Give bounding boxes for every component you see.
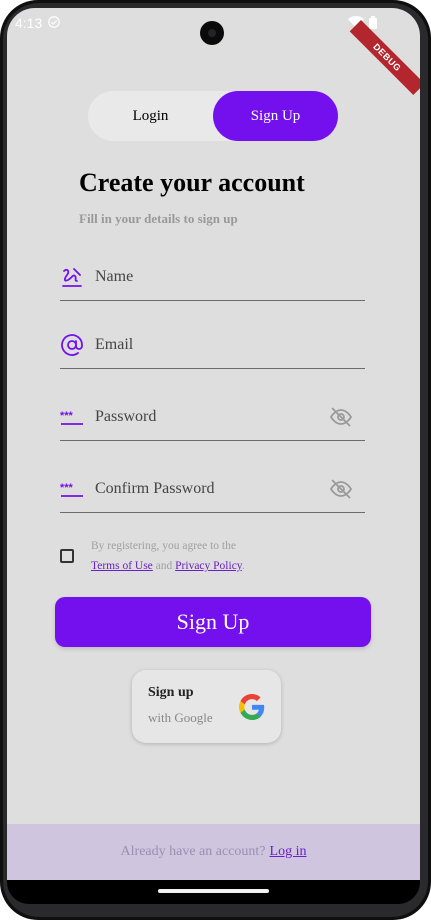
google-signup-subtitle: with Google — [148, 710, 213, 725]
svg-text:***: *** — [60, 482, 74, 494]
debug-banner: DEBUG — [349, 20, 420, 95]
at-sign-icon — [61, 334, 83, 356]
password-field-label: Password — [95, 408, 157, 425]
name-field-label: Name — [95, 268, 134, 285]
password-icon: *** — [60, 482, 83, 497]
app-screen: 4:13 DEBUG Login Sign Up Create your acc… — [7, 8, 420, 880]
status-time: 4:13 — [15, 15, 43, 31]
email-field-label: Email — [95, 336, 134, 353]
password-field[interactable]: *** Password — [60, 395, 365, 441]
signature-icon — [62, 268, 82, 287]
email-field[interactable]: Email — [60, 323, 365, 369]
tab-signup[interactable]: Sign Up — [213, 91, 338, 141]
google-signup-title: Sign up — [148, 685, 194, 700]
footer-text: Already have an account? — [120, 844, 266, 859]
google-logo-icon — [239, 694, 265, 720]
terms-and: and — [155, 560, 173, 572]
footer-bar: Already have an account? Log in — [7, 824, 420, 880]
confirm-password-field[interactable]: *** Confirm Password — [60, 467, 365, 513]
eye-off-icon[interactable] — [329, 477, 353, 501]
confirm-password-field-label: Confirm Password — [95, 480, 215, 497]
check-circle-icon — [48, 16, 60, 28]
terms-prefix: By registering, you agree to the — [91, 540, 236, 552]
tab-login[interactable]: Login — [88, 91, 213, 141]
svg-text:***: *** — [60, 410, 74, 422]
signup-button[interactable]: Sign Up — [55, 597, 371, 647]
page-title: Create your account — [79, 168, 305, 197]
privacy-policy-link[interactable]: Privacy Policy — [175, 560, 242, 572]
google-signup-button[interactable]: Sign up with Google — [132, 670, 281, 743]
home-indicator[interactable] — [158, 889, 269, 893]
terms-text: By registering, you agree to the Terms o… — [91, 536, 245, 576]
page-subtitle: Fill in your details to sign up — [79, 211, 238, 226]
password-icon: *** — [60, 410, 83, 425]
auth-toggle: Login Sign Up — [88, 91, 338, 141]
terms-period: . — [241, 560, 245, 572]
login-link[interactable]: Log in — [270, 844, 307, 860]
terms-checkbox[interactable] — [60, 549, 74, 563]
terms-of-use-link[interactable]: Terms of Use — [91, 560, 153, 572]
eye-off-icon[interactable] — [329, 405, 353, 429]
camera-cutout — [200, 21, 224, 45]
name-field[interactable]: Name — [60, 255, 365, 301]
